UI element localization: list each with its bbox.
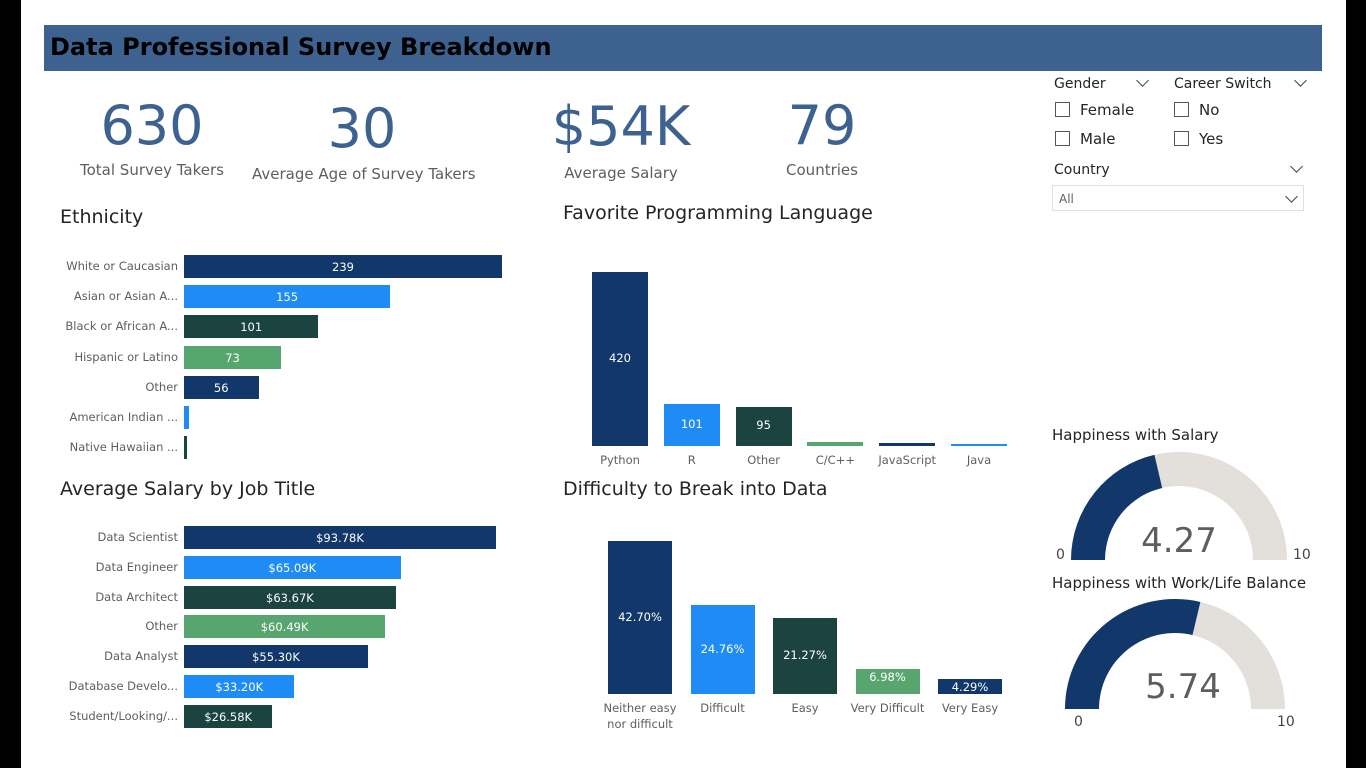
country-dropdown[interactable]: All bbox=[1052, 185, 1304, 211]
language-data-label: 420 bbox=[609, 351, 631, 365]
salary-category-label: Student/Looking/... bbox=[69, 708, 178, 723]
language-bar bbox=[879, 443, 936, 446]
salary-category-label: Other bbox=[145, 619, 178, 634]
kpi-average-salary-label: Average Salary bbox=[564, 164, 678, 182]
country-dropdown-value: All bbox=[1059, 192, 1074, 206]
ethnicity-category-label: Black or African A... bbox=[65, 319, 178, 334]
kpi-average-age-label: Average Age of Survey Takers bbox=[252, 165, 476, 183]
gauge-salary-min: 0 bbox=[1056, 547, 1065, 563]
language-bar bbox=[807, 442, 864, 446]
gauge-worklife-max: 10 bbox=[1277, 714, 1295, 730]
gender-slicer-header: Gender bbox=[1054, 76, 1106, 92]
gender-option-male[interactable]: Male bbox=[1055, 130, 1116, 148]
salary-data-label: $55.30K bbox=[252, 650, 300, 665]
ethnicity-category-label: Asian or Asian A... bbox=[73, 289, 178, 304]
checkbox-icon[interactable] bbox=[1055, 102, 1070, 117]
report-canvas: Data Professional Survey Breakdown 630 T… bbox=[21, 0, 1346, 768]
language-category-label: Java bbox=[966, 453, 992, 467]
ethnicity-data-label: 56 bbox=[213, 380, 229, 395]
language-data-label: 95 bbox=[756, 418, 771, 433]
ethnicity-bar bbox=[184, 436, 187, 460]
salary-data-label: $26.58K bbox=[204, 709, 253, 724]
language-chart-title: Favorite Programming Language bbox=[563, 202, 873, 224]
difficulty-category-label: Very Easy bbox=[941, 701, 999, 715]
gauge-worklife-title: Happiness with Work/Life Balance bbox=[1052, 574, 1307, 592]
ethnicity-category-label: White or Caucasian bbox=[66, 259, 178, 273]
gauge-worklife-min: 0 bbox=[1074, 714, 1083, 730]
difficulty-category-label: Very Difficult bbox=[850, 701, 925, 715]
difficulty-category-label: Easy bbox=[791, 701, 819, 715]
kpi-average-age-value: 30 bbox=[327, 97, 397, 160]
gauge-salary-max: 10 bbox=[1293, 547, 1311, 563]
salary-category-label: Data Architect bbox=[95, 589, 178, 604]
salary-data-label: $60.49K bbox=[260, 620, 309, 635]
salary-chart-title: Average Salary by Job Title bbox=[60, 478, 316, 500]
checkbox-icon[interactable] bbox=[1055, 131, 1070, 146]
salary-data-label: $65.09K bbox=[268, 560, 317, 575]
ethnicity-data-label: 73 bbox=[225, 350, 240, 365]
career-switch-option-no[interactable]: No bbox=[1174, 101, 1219, 119]
salary-category-label: Data Analyst bbox=[104, 649, 178, 664]
gauge-worklife-value: 5.74 bbox=[1145, 667, 1221, 707]
difficulty-category-label: Difficult bbox=[700, 701, 745, 715]
ethnicity-data-label: 155 bbox=[276, 290, 299, 305]
chevron-down-icon[interactable] bbox=[1285, 190, 1298, 203]
country-slicer-header: Country bbox=[1054, 162, 1110, 178]
ethnicity-data-label: 239 bbox=[332, 260, 354, 274]
kpi-countries-value: 79 bbox=[787, 94, 857, 157]
ethnicity-category-label: Other bbox=[145, 379, 178, 394]
ethnicity-bar bbox=[184, 406, 190, 429]
career-switch-slicer-header: Career Switch bbox=[1174, 76, 1272, 92]
kpi-countries-label: Countries bbox=[786, 161, 858, 179]
report-header: Data Professional Survey Breakdown bbox=[44, 25, 1322, 71]
salary-data-label: $93.78K bbox=[316, 531, 364, 545]
checkbox-icon[interactable] bbox=[1174, 102, 1189, 117]
checkbox-icon[interactable] bbox=[1174, 131, 1189, 146]
salary-category-label: Data Scientist bbox=[97, 530, 179, 544]
kpi-total-survey-takers-label: Total Survey Takers bbox=[80, 161, 224, 179]
salary-category-label: Database Develo... bbox=[68, 679, 178, 693]
salary-data-label: $33.20K bbox=[215, 680, 264, 694]
ethnicity-category-label: American Indian ... bbox=[69, 410, 178, 424]
ethnicity-category-label: Native Hawaiian ... bbox=[69, 440, 178, 455]
difficulty-data-label: 42.70% bbox=[618, 609, 662, 624]
difficulty-category-label: Neither easy nor difficult bbox=[603, 701, 677, 731]
country-slicer-chevron-icon[interactable] bbox=[1290, 160, 1303, 173]
language-data-label: 101 bbox=[680, 417, 703, 432]
gauge-salary-value: 4.27 bbox=[1141, 521, 1217, 561]
salary-category-label: Data Engineer bbox=[95, 559, 178, 574]
ethnicity-data-label: 101 bbox=[240, 320, 263, 335]
difficulty-data-label: 24.76% bbox=[700, 641, 745, 656]
difficulty-data-label: 6.98% bbox=[869, 669, 906, 684]
gauge-salary-title: Happiness with Salary bbox=[1052, 426, 1219, 444]
gender-slicer-chevron-icon[interactable] bbox=[1136, 74, 1149, 87]
ethnicity-category-label: Hispanic or Latino bbox=[74, 349, 178, 364]
ethnicity-chart-title: Ethnicity bbox=[60, 206, 144, 228]
report-title: Data Professional Survey Breakdown bbox=[50, 33, 552, 61]
difficulty-chart-title: Difficulty to Break into Data bbox=[563, 478, 828, 500]
difficulty-data-label: 4.29% bbox=[951, 679, 989, 694]
kpi-total-survey-takers-value: 630 bbox=[100, 94, 204, 157]
language-bar bbox=[951, 444, 1007, 446]
gender-option-female[interactable]: Female bbox=[1055, 101, 1134, 119]
career-switch-slicer-chevron-icon[interactable] bbox=[1294, 74, 1307, 87]
kpi-average-salary-value: $54K bbox=[551, 95, 691, 158]
career-switch-option-yes[interactable]: Yes bbox=[1174, 130, 1223, 148]
salary-data-label: $63.67K bbox=[266, 590, 314, 605]
difficulty-data-label: 21.27% bbox=[783, 647, 827, 662]
